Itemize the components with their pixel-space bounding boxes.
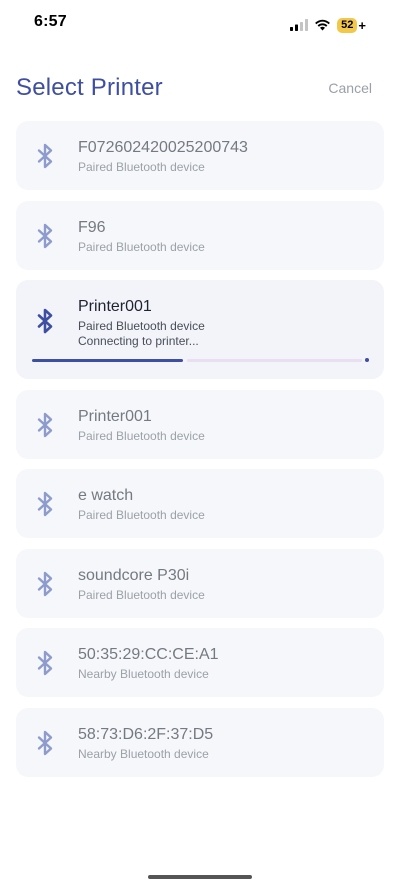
connection-status: Connecting to printer... xyxy=(78,334,199,348)
device-name: soundcore P30i xyxy=(78,566,190,584)
device-type: Paired Bluetooth device xyxy=(78,428,205,443)
device-name: Printer001 xyxy=(78,298,152,315)
status-bar: 6:57 52 + xyxy=(0,0,400,50)
device-type: Paired Bluetooth device xyxy=(78,319,205,333)
progress-track xyxy=(187,359,362,362)
device-item[interactable]: F96 Paired Bluetooth device xyxy=(16,200,384,270)
device-name: Printer001 xyxy=(78,407,152,425)
device-name: 50:35:29:CC:CE:A1 xyxy=(78,646,219,663)
bluetooth-icon xyxy=(37,650,53,676)
bluetooth-icon xyxy=(37,308,53,334)
device-name: F072602420025200743 xyxy=(78,139,248,156)
device-type: Paired Bluetooth device xyxy=(78,587,205,602)
header: Select Printer Cancel xyxy=(0,70,400,110)
device-item[interactable]: F072602420025200743 Paired Bluetooth dev… xyxy=(16,121,384,190)
progress-end-dot xyxy=(365,358,369,362)
device-type: Paired Bluetooth device xyxy=(78,508,205,522)
bluetooth-icon xyxy=(37,143,53,169)
device-name: 58:73:D6:2F:37:D5 xyxy=(78,725,214,743)
device-type: Nearby Bluetooth device xyxy=(78,667,209,681)
device-item[interactable]: 50:35:29:CC:CE:A1 Nearby Bluetooth devic… xyxy=(16,628,384,697)
bluetooth-icon xyxy=(37,730,53,755)
battery-charging-indicator: + xyxy=(358,17,366,33)
device-item-connecting[interactable]: Printer001 Paired Bluetooth device Conne… xyxy=(16,280,384,379)
battery-icon: 52 + xyxy=(337,17,366,33)
connection-progress-bar xyxy=(32,358,369,362)
device-item[interactable]: soundcore P30i Paired Bluetooth device xyxy=(16,548,384,618)
device-item[interactable]: e watch Paired Bluetooth device xyxy=(16,469,384,538)
device-list: F072602420025200743 Paired Bluetooth dev… xyxy=(16,121,384,787)
device-item[interactable]: Printer001 Paired Bluetooth device xyxy=(16,389,384,459)
device-type: Paired Bluetooth device xyxy=(78,160,205,174)
device-type: Paired Bluetooth device xyxy=(78,239,205,254)
wifi-icon xyxy=(315,19,331,31)
cancel-button[interactable]: Cancel xyxy=(328,80,372,96)
bluetooth-icon xyxy=(37,491,53,517)
home-indicator xyxy=(148,875,252,879)
status-time: 6:57 xyxy=(34,13,67,30)
page-title: Select Printer xyxy=(16,74,163,101)
device-type: Nearby Bluetooth device xyxy=(78,746,209,761)
bluetooth-icon xyxy=(37,412,53,437)
status-icons: 52 + xyxy=(290,15,366,35)
progress-fill xyxy=(32,359,183,362)
device-name: F96 xyxy=(78,218,106,236)
battery-level: 52 xyxy=(337,17,358,33)
device-name: e watch xyxy=(78,487,134,504)
cellular-signal-icon xyxy=(290,19,309,31)
device-item[interactable]: 58:73:D6:2F:37:D5 Nearby Bluetooth devic… xyxy=(16,707,384,777)
bluetooth-icon xyxy=(37,571,53,596)
bluetooth-icon xyxy=(37,223,53,248)
